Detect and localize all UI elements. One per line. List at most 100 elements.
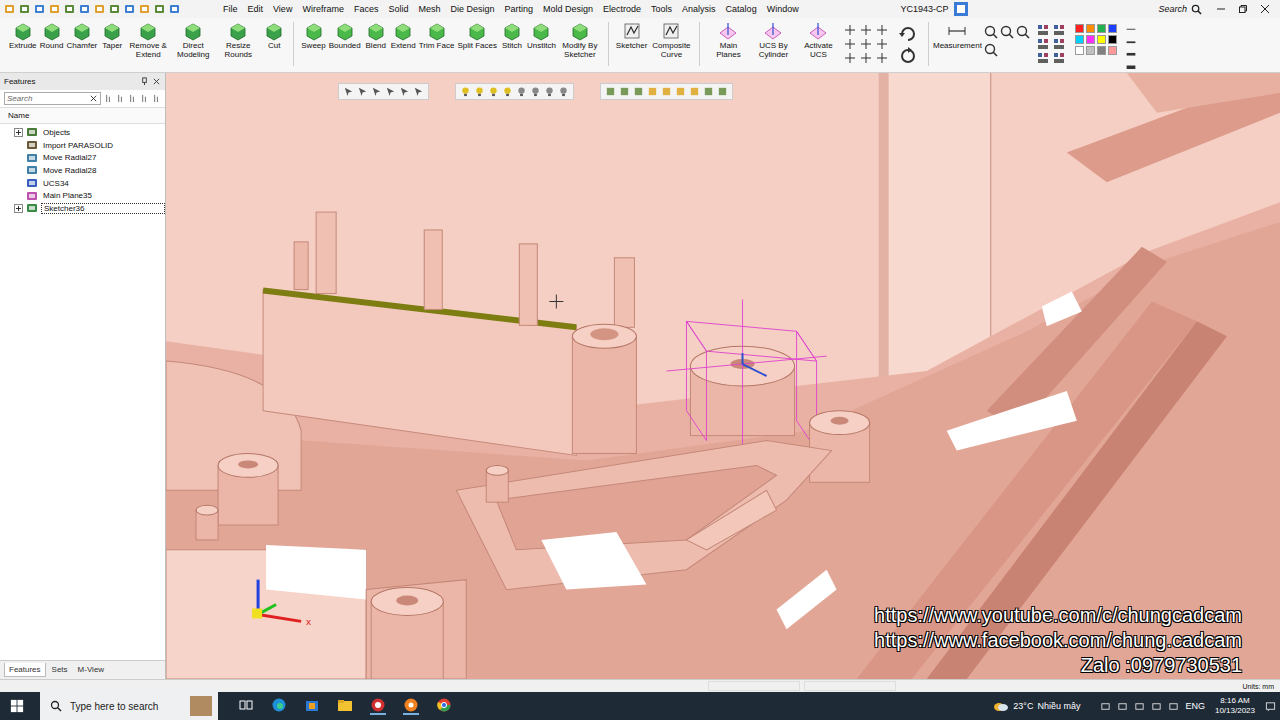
ribbon-button[interactable]: Stitch <box>499 20 525 51</box>
ribbon-button[interactable]: Taper <box>99 20 125 51</box>
tray-icon[interactable] <box>1151 701 1162 712</box>
color-swatch[interactable] <box>1108 24 1117 33</box>
ribbon-button[interactable]: Unstitch <box>526 20 557 51</box>
store-icon[interactable] <box>304 697 320 713</box>
visibility-icon[interactable] <box>502 86 513 97</box>
ribbon-button[interactable]: Activate UCS <box>796 20 840 60</box>
color-swatch[interactable] <box>1108 46 1117 55</box>
layout-icon[interactable] <box>1037 38 1049 50</box>
ribbon-button[interactable]: UCS By Cylinder <box>751 20 795 60</box>
line-style-icon[interactable] <box>1125 37 1137 48</box>
rotate-icon[interactable] <box>898 24 918 44</box>
panel-tab[interactable]: Sets <box>48 663 72 677</box>
visibility-icon[interactable] <box>544 86 555 97</box>
input-language[interactable]: ENG <box>1185 701 1205 711</box>
color-swatch[interactable] <box>1097 24 1106 33</box>
dimension-icon[interactable] <box>876 52 888 64</box>
visibility-icon[interactable] <box>516 86 527 97</box>
menu-item[interactable]: Faces <box>349 4 384 14</box>
quick-access-icon[interactable] <box>109 3 121 15</box>
visibility-icon[interactable] <box>460 86 471 97</box>
chrome-icon[interactable] <box>436 697 452 713</box>
filter-icon[interactable] <box>116 94 125 103</box>
tray-icon[interactable] <box>1100 701 1111 712</box>
minimize-icon[interactable] <box>1216 4 1226 14</box>
color-swatch[interactable] <box>1086 46 1095 55</box>
view-icon[interactable] <box>983 24 999 40</box>
tree-item[interactable]: Sketcher36 <box>14 202 165 215</box>
color-swatch[interactable] <box>1086 35 1095 44</box>
quick-access-icon[interactable] <box>94 3 106 15</box>
ribbon-button[interactable]: Extend <box>390 20 417 51</box>
ribbon-button[interactable]: Composite Curve <box>649 20 693 60</box>
ribbon-button[interactable]: Extrude <box>8 20 38 51</box>
close-panel-icon[interactable] <box>152 77 161 86</box>
quick-access-icon[interactable] <box>79 3 91 15</box>
quick-access-icon[interactable] <box>64 3 76 15</box>
expander-icon[interactable] <box>14 128 23 137</box>
selection-icon[interactable] <box>343 86 354 97</box>
view-orientation-icon[interactable] <box>633 86 644 97</box>
ribbon-button[interactable]: Sketcher <box>615 20 649 51</box>
menu-item[interactable]: Die Design <box>445 4 499 14</box>
tree-item[interactable]: UCS34 <box>14 177 165 190</box>
tray-icon[interactable] <box>1117 701 1128 712</box>
menu-item[interactable]: View <box>268 4 297 14</box>
filter-icon[interactable] <box>104 94 113 103</box>
cad-app-icon[interactable] <box>370 697 386 715</box>
quick-access-icon[interactable] <box>49 3 61 15</box>
menu-item[interactable]: Solid <box>383 4 413 14</box>
quick-access-icon[interactable] <box>154 3 166 15</box>
clear-icon[interactable] <box>89 94 98 103</box>
color-swatch[interactable] <box>1108 35 1117 44</box>
color-swatch[interactable] <box>1075 24 1084 33</box>
menu-item[interactable]: Analysis <box>677 4 721 14</box>
panel-tab[interactable]: M-View <box>74 663 109 677</box>
ribbon-button[interactable]: Measurement <box>935 20 979 51</box>
filter-icon[interactable] <box>128 94 137 103</box>
close-icon[interactable] <box>1260 4 1270 14</box>
layout-icon[interactable] <box>1053 52 1065 64</box>
view-orientation-icon[interactable] <box>689 86 700 97</box>
menu-item[interactable]: Catalog <box>721 4 762 14</box>
line-style-icon[interactable] <box>1125 24 1137 35</box>
quick-access-icon[interactable] <box>4 3 16 15</box>
line-style-icon[interactable] <box>1125 62 1137 73</box>
menu-item[interactable]: Tools <box>646 4 677 14</box>
color-swatch[interactable] <box>1097 35 1106 44</box>
taskbar-search[interactable]: Type here to search <box>40 692 218 720</box>
tree-item[interactable]: Import PARASOLID <box>14 139 165 152</box>
pin-icon[interactable] <box>140 77 149 86</box>
selection-icon[interactable] <box>371 86 382 97</box>
tree-item[interactable]: Objects <box>14 126 165 139</box>
quick-access-icon[interactable] <box>124 3 136 15</box>
menu-item[interactable]: Electrode <box>598 4 646 14</box>
layout-icon[interactable] <box>1053 24 1065 36</box>
dimension-icon[interactable] <box>844 24 856 36</box>
ribbon-button[interactable]: Main Planes <box>706 20 750 60</box>
dimension-icon[interactable] <box>844 38 856 50</box>
view-orientation-icon[interactable] <box>675 86 686 97</box>
color-swatch[interactable] <box>1097 46 1106 55</box>
menu-item[interactable]: File <box>218 4 243 14</box>
view-orientation-icon[interactable] <box>619 86 630 97</box>
layout-icon[interactable] <box>1037 24 1049 36</box>
search-box[interactable]: Search <box>1152 4 1208 15</box>
dimension-icon[interactable] <box>876 24 888 36</box>
expander-icon[interactable] <box>14 204 23 213</box>
tree-item[interactable]: Move Radial27 <box>14 151 165 164</box>
dimension-icon[interactable] <box>860 52 872 64</box>
restore-icon[interactable] <box>1238 4 1248 14</box>
recorder-icon[interactable] <box>403 697 419 715</box>
3d-viewport[interactable]: xhttps://www.youtube.com/c/chungcadcamht… <box>166 73 1280 679</box>
ribbon-button[interactable]: Blend <box>363 20 389 51</box>
color-swatch[interactable] <box>1075 35 1084 44</box>
view-orientation-icon[interactable] <box>661 86 672 97</box>
windows-logo-icon[interactable] <box>10 699 24 713</box>
ribbon-button[interactable]: Remove & Extend <box>126 20 170 60</box>
dimension-icon[interactable] <box>876 38 888 50</box>
selection-icon[interactable] <box>399 86 410 97</box>
tree-item[interactable]: Main Plane35 <box>14 189 165 202</box>
ribbon-button[interactable]: Resize Rounds <box>216 20 260 60</box>
view-icon[interactable] <box>1015 24 1031 40</box>
